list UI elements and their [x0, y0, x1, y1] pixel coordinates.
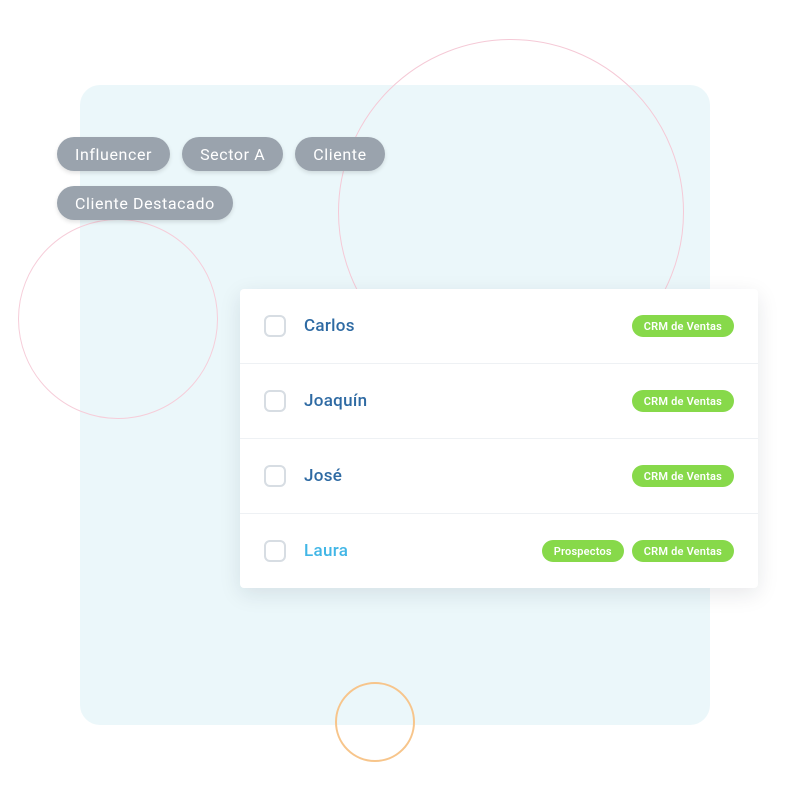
pill-wrap: Prospectos CRM de Ventas — [542, 540, 734, 562]
filter-tags-row-2: Cliente Destacado — [57, 186, 233, 220]
filter-tags-row-1: Influencer Sector A Cliente — [57, 137, 385, 171]
list-item: Laura Prospectos CRM de Ventas — [240, 514, 758, 588]
checkbox[interactable] — [264, 540, 286, 562]
contact-name[interactable]: Laura — [304, 541, 464, 561]
list-item: Joaquín CRM de Ventas — [240, 364, 758, 439]
list-item: José CRM de Ventas — [240, 439, 758, 514]
contact-name[interactable]: José — [304, 466, 464, 486]
filter-tag[interactable]: Influencer — [57, 137, 170, 171]
list-item: Carlos CRM de Ventas — [240, 289, 758, 364]
category-pill[interactable]: CRM de Ventas — [632, 315, 734, 337]
contact-name[interactable]: Joaquín — [304, 391, 464, 411]
contact-name[interactable]: Carlos — [304, 316, 464, 336]
filter-tag[interactable]: Cliente — [295, 137, 384, 171]
pill-wrap: CRM de Ventas — [632, 465, 734, 487]
checkbox[interactable] — [264, 465, 286, 487]
pill-wrap: CRM de Ventas — [632, 390, 734, 412]
checkbox[interactable] — [264, 315, 286, 337]
decorative-circle-small — [18, 219, 218, 419]
filter-tag[interactable]: Sector A — [182, 137, 283, 171]
category-pill[interactable]: CRM de Ventas — [632, 390, 734, 412]
category-pill[interactable]: CRM de Ventas — [632, 540, 734, 562]
filter-tag[interactable]: Cliente Destacado — [57, 186, 233, 220]
checkbox[interactable] — [264, 390, 286, 412]
category-pill[interactable]: Prospectos — [542, 540, 624, 562]
category-pill[interactable]: CRM de Ventas — [632, 465, 734, 487]
decorative-circle-orange — [335, 682, 415, 762]
pill-wrap: CRM de Ventas — [632, 315, 734, 337]
stage: Influencer Sector A Cliente Cliente Dest… — [0, 0, 800, 800]
contacts-list: Carlos CRM de Ventas Joaquín CRM de Vent… — [240, 289, 758, 588]
